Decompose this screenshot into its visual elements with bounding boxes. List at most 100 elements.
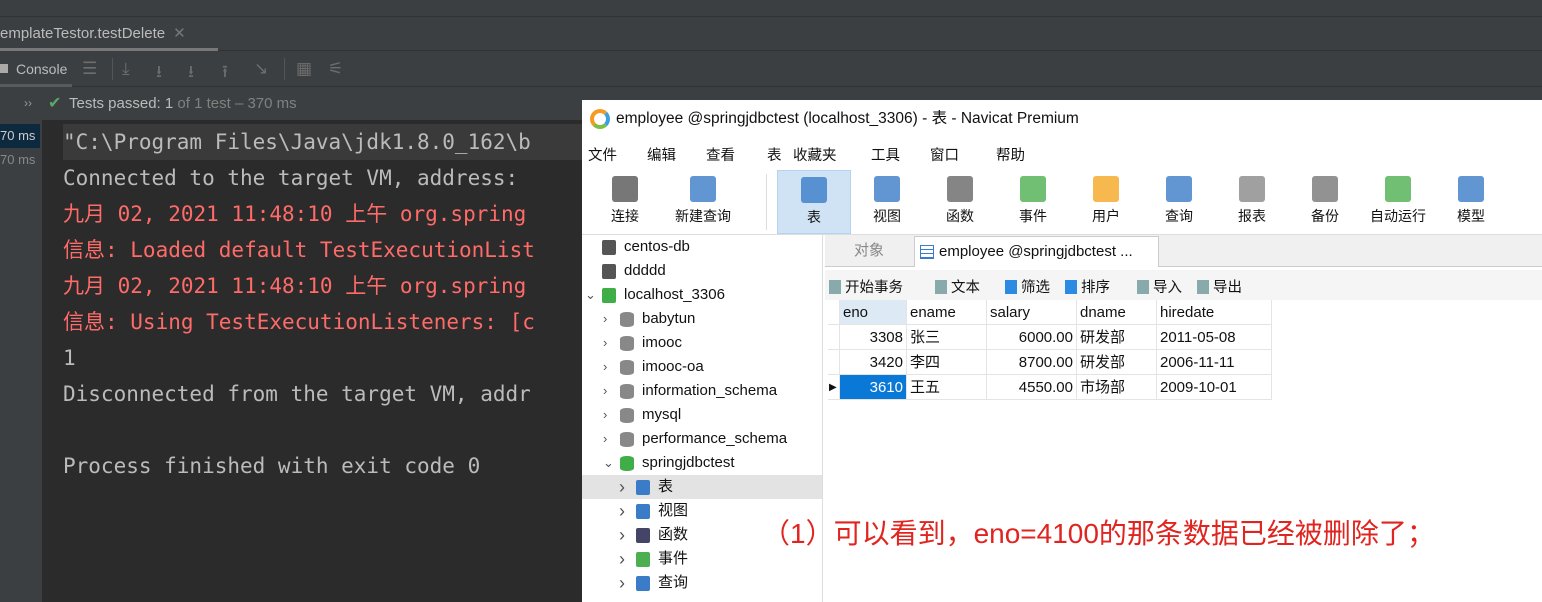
menu-item[interactable]: 文件 [588,144,617,165]
filter-button[interactable]: 筛选 [1005,276,1050,297]
table-icon[interactable]: ▦ [296,59,312,79]
chevron-right-icon[interactable]: › [603,355,607,379]
grid-cell[interactable]: 张三 [907,325,987,350]
tree-item[interactable]: ⌄ localhost_3306 [582,283,822,307]
toolbar-button[interactable]: 事件 [996,170,1070,234]
chevron-right-icon[interactable]: › [603,403,607,427]
grid-cell[interactable]: 李四 [907,350,987,375]
grid-cell[interactable]: 6000.00 [987,325,1077,350]
tool-label: 表 [807,209,821,225]
toolbar-button[interactable]: 函数 [923,170,997,234]
chevron-down-icon[interactable]: ⌄ [603,451,614,475]
row-indicator-header [828,300,840,325]
toolbar-button[interactable]: 模型 [1434,170,1508,234]
menu-item[interactable]: 表 [767,144,782,165]
tests-passed-label: Tests passed: [69,95,161,112]
menu-item[interactable]: 收藏夹 [793,144,837,165]
tree-item[interactable]: ddddd [582,259,822,283]
console-tab[interactable]: Console [0,51,72,87]
grid-cell[interactable]: 2006-11-11 [1157,350,1272,375]
import-button[interactable]: 导入 [1137,276,1182,297]
begin-transaction-button[interactable]: 开始事务 [829,276,903,297]
download-icon-2[interactable]: ⭳ [188,59,194,88]
chevron-right-icon[interactable]: › [603,307,607,331]
scroll-to-end-icon[interactable]: ⤓ [122,59,130,79]
grid-cell[interactable]: 4550.00 [987,375,1077,400]
tree-item[interactable]: centos-db [582,235,822,259]
menu-item[interactable]: 查看 [706,144,735,165]
tree-item[interactable]: › babytun [582,307,822,331]
tree-item[interactable]: › imooc-oa [582,355,822,379]
grid-cell[interactable]: 市场部 [1077,375,1157,400]
tree-item[interactable]: › 查询 [582,571,822,595]
tree-item-label: 表 [658,478,674,495]
grid-cell[interactable]: 研发部 [1077,350,1157,375]
toolbar-button[interactable]: 新建查询 [666,170,740,234]
tree-item[interactable]: › information_schema [582,379,822,403]
grid-cell[interactable]: 3308 [840,325,907,350]
console-line: 1 [63,346,76,370]
tab-objects[interactable]: 对象 [825,236,913,267]
toolbar-button[interactable]: 自动运行 [1361,170,1435,234]
chevron-right-icon[interactable]: › [619,499,625,523]
menu-icon[interactable]: ☰ [82,59,97,79]
chevron-right-icon[interactable]: › [603,331,607,355]
tree-item[interactable]: › imooc [582,331,822,355]
menu-item[interactable]: 工具 [871,144,900,165]
chevron-down-icon[interactable]: ⌄ [585,283,596,307]
column-header[interactable]: eno [840,300,907,325]
run-tab[interactable]: emplateTestor.testDelete ✕ [0,17,218,51]
chevron-right-icon[interactable]: › [619,571,625,595]
tool-label: 视图 [873,208,901,224]
grid-cell[interactable]: 8700.00 [987,350,1077,375]
tree-item[interactable]: › 表 [582,475,822,499]
chevron-right-icon[interactable]: › [619,475,625,499]
tree-item[interactable]: › mysql [582,403,822,427]
column-header[interactable]: ename [907,300,987,325]
grid-cell[interactable]: 3420 [840,350,907,375]
console-line: "C:\Program Files\Java\jdk1.8.0_162\b [63,130,531,154]
grid-cell[interactable]: 3610 [840,375,907,400]
menu-item[interactable]: 窗口 [930,144,959,165]
tab-employee[interactable]: employee @springjdbctest ... [914,236,1159,267]
soft-wrap-icon[interactable]: ↘ [254,59,268,79]
console-line: Disconnected from the target VM, addr [63,382,531,406]
toolbar-button[interactable]: 表 [777,170,851,234]
row-indicator[interactable] [828,350,840,375]
upload-icon[interactable]: ⭱ [222,59,228,88]
current-row-icon[interactable]: ▶ [828,375,840,400]
column-header[interactable]: dname [1077,300,1157,325]
tree-item[interactable]: ⌄ springjdbctest [582,451,822,475]
expand-icon[interactable]: ›› [24,87,32,120]
text-button[interactable]: 文本 [935,276,980,297]
toolbar-button[interactable]: 用户 [1069,170,1143,234]
chevron-right-icon[interactable]: › [603,427,607,451]
grid-cell[interactable]: 2011-05-08 [1157,325,1272,350]
toolbar-button[interactable]: 视图 [850,170,924,234]
tree-item-label: 事件 [658,550,689,567]
toolbar-button[interactable]: 查询 [1142,170,1216,234]
chevron-right-icon[interactable]: › [603,379,607,403]
settings-icon[interactable]: ⚟ [328,59,343,79]
chevron-right-icon[interactable]: › [619,547,625,571]
export-button[interactable]: 导出 [1197,276,1242,297]
toolbar-button[interactable]: 备份 [1288,170,1362,234]
row-indicator[interactable] [828,325,840,350]
tree-item[interactable]: › performance_schema [582,427,822,451]
grid-cell[interactable]: 2009-10-01 [1157,375,1272,400]
grid-cell[interactable]: 王五 [907,375,987,400]
menu-item[interactable]: 编辑 [647,144,676,165]
grid-cell[interactable]: 研发部 [1077,325,1157,350]
close-icon[interactable]: ✕ [173,25,186,42]
tool-icon [1239,176,1265,202]
column-header[interactable]: salary [987,300,1077,325]
chevron-right-icon[interactable]: › [619,523,625,547]
download-icon[interactable]: ⭳ [156,59,162,88]
toolbar-button[interactable]: 连接 [588,170,662,234]
test-time[interactable]: 70 ms [0,148,40,172]
test-time[interactable]: 70 ms [0,124,40,148]
column-header[interactable]: hiredate [1157,300,1272,325]
toolbar-button[interactable]: 报表 [1215,170,1289,234]
menu-item[interactable]: 帮助 [996,144,1025,165]
sort-button[interactable]: 排序 [1065,276,1110,297]
